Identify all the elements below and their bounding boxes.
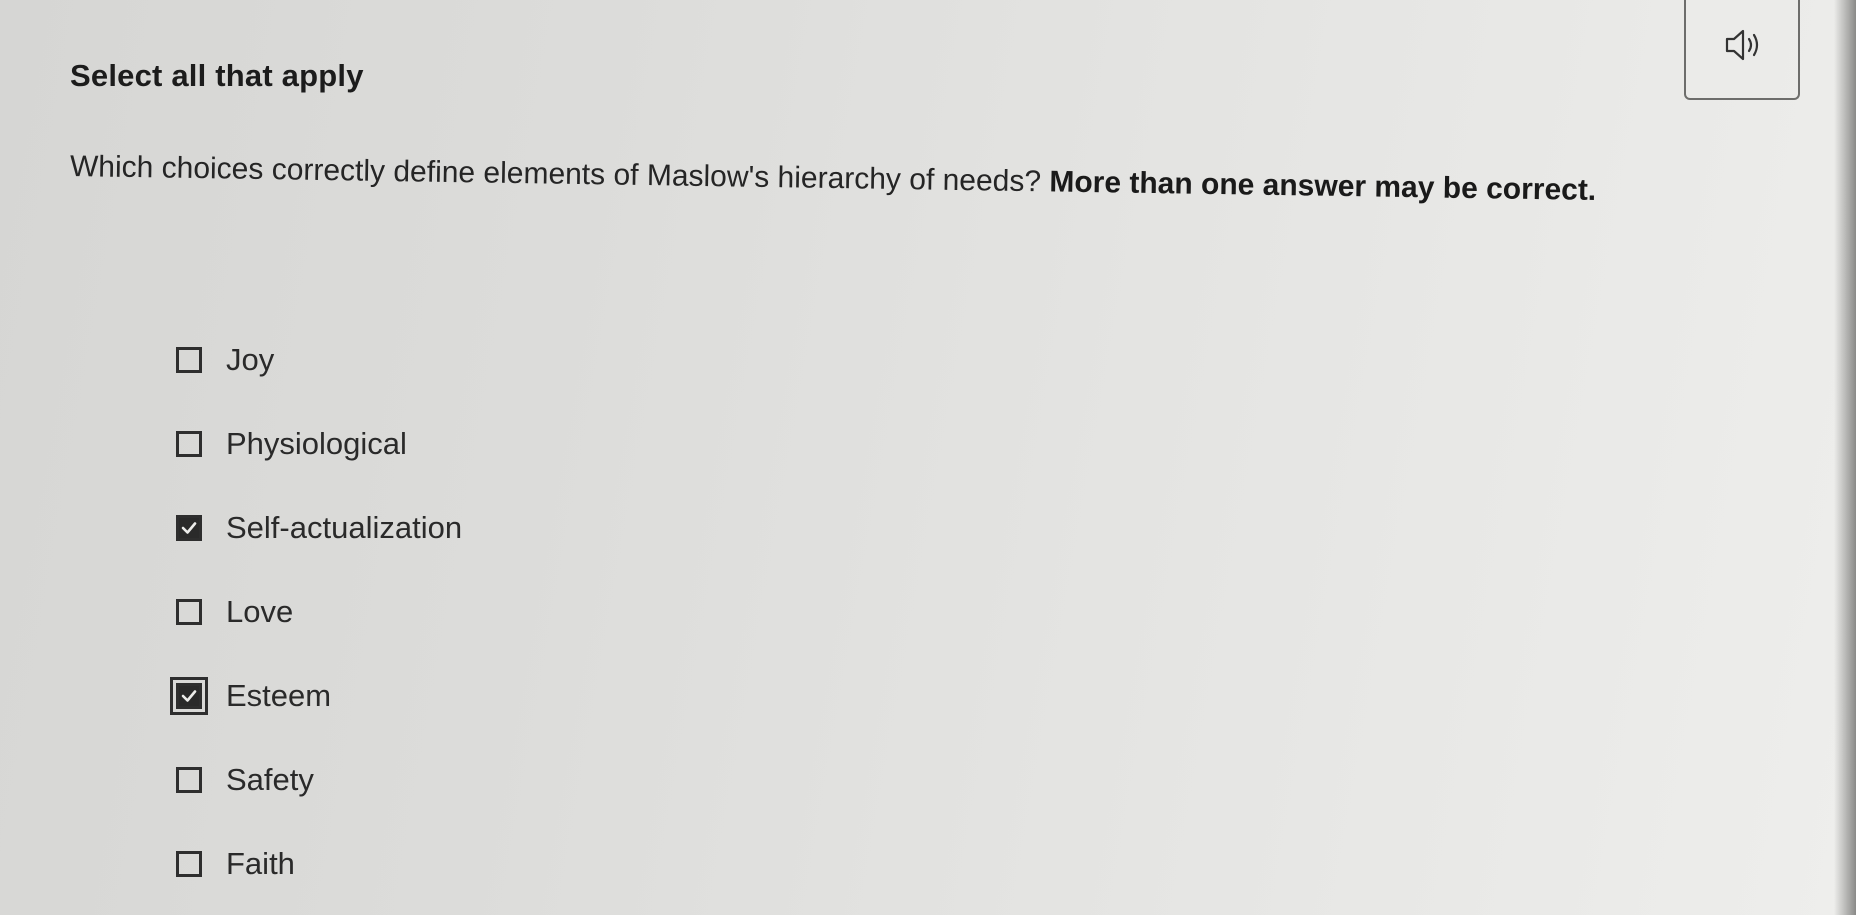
answer-options: Joy Physiological Self-actualization Love Es…	[170, 318, 462, 906]
option-label: Physiological	[226, 426, 407, 461]
answer-option[interactable]: Self-actualization	[176, 486, 462, 570]
checkbox[interactable]	[176, 515, 202, 541]
answer-option[interactable]: Faith	[176, 822, 462, 906]
option-label: Faith	[226, 846, 295, 881]
answer-option[interactable]: Love	[176, 570, 462, 654]
option-label: Esteem	[226, 678, 332, 713]
checkbox[interactable]	[170, 677, 208, 715]
option-label: Safety	[226, 762, 314, 797]
screen-edge-shadow	[1834, 0, 1856, 915]
checkmark-icon	[181, 522, 197, 534]
question-emphasis: More than one answer may be correct.	[1049, 165, 1597, 207]
checkbox[interactable]	[176, 599, 202, 625]
option-label: Joy	[226, 342, 275, 377]
option-label: Self-actualization	[226, 510, 463, 545]
answer-option[interactable]: Physiological	[176, 402, 462, 486]
instruction-title: Select all that apply	[70, 58, 364, 93]
question-prompt: Which choices correctly define elements …	[69, 150, 1050, 199]
answer-option[interactable]: Joy	[176, 318, 462, 402]
checkbox[interactable]	[176, 347, 202, 373]
checkmark-icon	[181, 690, 197, 702]
checkbox[interactable]	[176, 431, 202, 457]
speaker-icon	[1725, 29, 1759, 61]
question-text: Which choices correctly define elements …	[70, 150, 1597, 208]
answer-option[interactable]: Safety	[176, 738, 462, 822]
answer-option[interactable]: Esteem	[170, 654, 462, 738]
option-label: Love	[226, 594, 294, 629]
checkbox[interactable]	[176, 851, 202, 877]
checkbox[interactable]	[176, 767, 202, 793]
audio-button[interactable]	[1684, 0, 1800, 100]
